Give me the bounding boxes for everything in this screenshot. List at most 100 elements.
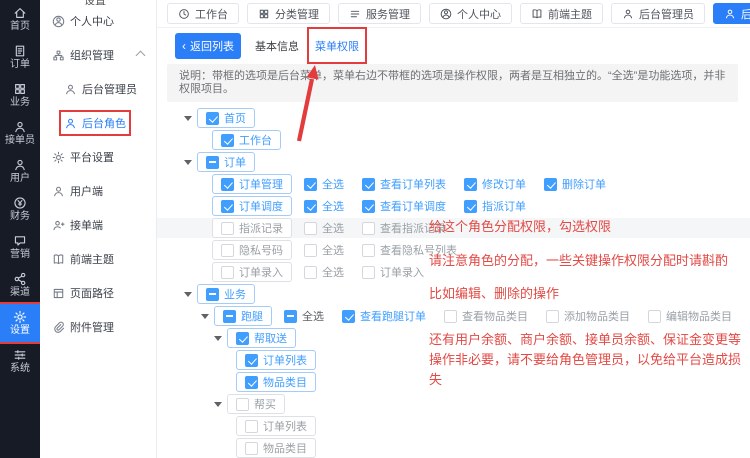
- sidebar-item-user-client[interactable]: 用户端: [40, 174, 156, 208]
- tree-node[interactable]: 隐私号码: [212, 240, 292, 260]
- checkbox[interactable]: [304, 178, 317, 191]
- tab-profile[interactable]: 个人中心: [429, 3, 512, 24]
- caret-down-icon[interactable]: [214, 336, 222, 341]
- checkbox[interactable]: [221, 222, 234, 235]
- sidebar-item-courier-client[interactable]: 接单端: [40, 208, 156, 242]
- checkbox[interactable]: [245, 442, 258, 455]
- checkbox[interactable]: [221, 178, 234, 191]
- op-item[interactable]: 添加物品类目: [546, 308, 630, 324]
- caret-down-icon[interactable]: [214, 402, 222, 407]
- checkbox[interactable]: [221, 244, 234, 257]
- tab-service-management[interactable]: 服务管理: [338, 3, 421, 24]
- tab-admin-accounts[interactable]: 后台管理员: [611, 3, 705, 24]
- op-item[interactable]: 查看跑腿订单: [342, 308, 426, 324]
- checkbox[interactable]: [245, 354, 258, 367]
- sidebar-item-page-paths[interactable]: 页面路径: [40, 276, 156, 310]
- caret-down-icon[interactable]: [184, 160, 192, 165]
- op-item[interactable]: 全选: [304, 264, 344, 280]
- checkbox[interactable]: [362, 244, 375, 257]
- checkbox[interactable]: [236, 398, 249, 411]
- op-item[interactable]: 全选: [304, 242, 344, 258]
- op-item[interactable]: 编辑物品类目: [648, 308, 732, 324]
- checkbox[interactable]: [544, 178, 557, 191]
- sidebar-item-admin-roles[interactable]: 后台角色: [40, 106, 156, 140]
- rail-item-orders[interactable]: 订单: [0, 38, 40, 76]
- checkbox[interactable]: [221, 266, 234, 279]
- chevron-up-icon[interactable]: [136, 50, 146, 60]
- rail-item-system[interactable]: 系统: [0, 342, 40, 380]
- tree-node[interactable]: 帮取送: [227, 328, 296, 348]
- checkbox[interactable]: [648, 310, 661, 323]
- tree-node[interactable]: 订单调度: [212, 196, 292, 216]
- rail-item-business[interactable]: 业务: [0, 76, 40, 114]
- checkbox[interactable]: [284, 310, 297, 323]
- op-item[interactable]: 全选: [304, 220, 344, 236]
- tab-admin-roles[interactable]: 后台角色×: [713, 3, 750, 24]
- tab-menu-permission[interactable]: 菜单权限: [315, 38, 359, 54]
- rail-item-channels[interactable]: 渠道: [0, 266, 40, 304]
- tree-node[interactable]: 订单录入: [212, 262, 292, 282]
- op-item[interactable]: 订单录入: [362, 264, 424, 280]
- checkbox[interactable]: [304, 222, 317, 235]
- sidebar-item-frontend-theme[interactable]: 前端主题: [40, 242, 156, 276]
- op-item[interactable]: 全选: [304, 176, 344, 192]
- tree-node[interactable]: 指派记录: [212, 218, 292, 238]
- checkbox[interactable]: [342, 310, 355, 323]
- sidebar-item-admin-accounts[interactable]: 后台管理员: [40, 72, 156, 106]
- tab-category-management[interactable]: 分类管理: [247, 3, 330, 24]
- checkbox[interactable]: [245, 376, 258, 389]
- tree-node[interactable]: 跑腿: [214, 306, 272, 326]
- rail-item-users[interactable]: 用户: [0, 152, 40, 190]
- rail-item-finance[interactable]: 财务: [0, 190, 40, 228]
- checkbox[interactable]: [245, 420, 258, 433]
- caret-down-icon[interactable]: [201, 314, 209, 319]
- tab-frontend-theme[interactable]: 前端主题: [520, 3, 603, 24]
- sidebar-item-org-management[interactable]: 组织管理: [40, 38, 156, 72]
- checkbox[interactable]: [546, 310, 559, 323]
- tree-node[interactable]: 帮买: [227, 394, 285, 414]
- caret-down-icon[interactable]: [184, 292, 192, 297]
- checkbox[interactable]: [362, 178, 375, 191]
- checkbox[interactable]: [464, 200, 477, 213]
- checkbox[interactable]: [304, 244, 317, 257]
- checkbox[interactable]: [223, 310, 236, 323]
- checkbox[interactable]: [362, 200, 375, 213]
- tree-node[interactable]: 物品类目: [236, 438, 316, 458]
- caret-down-icon[interactable]: [184, 116, 192, 121]
- tree-node[interactable]: 订单: [197, 152, 255, 172]
- sidebar-item-platform-settings[interactable]: 平台设置: [40, 140, 156, 174]
- tree-node[interactable]: 订单管理: [212, 174, 292, 194]
- checkbox[interactable]: [206, 288, 219, 301]
- op-item[interactable]: 指派订单: [464, 198, 526, 214]
- rail-item-marketing[interactable]: 营销: [0, 228, 40, 266]
- checkbox[interactable]: [206, 112, 219, 125]
- checkbox[interactable]: [304, 200, 317, 213]
- checkbox[interactable]: [362, 222, 375, 235]
- op-item[interactable]: 全选: [304, 198, 344, 214]
- tree-node[interactable]: 订单列表: [236, 350, 316, 370]
- op-item[interactable]: 查看订单调度: [362, 198, 446, 214]
- op-item[interactable]: 修改订单: [464, 176, 526, 192]
- tree-node[interactable]: 首页: [197, 108, 255, 128]
- back-to-list-button[interactable]: ‹ 返回列表: [175, 33, 241, 59]
- tree-node[interactable]: 工作台: [212, 130, 281, 150]
- tree-node[interactable]: 业务: [197, 284, 255, 304]
- checkbox[interactable]: [444, 310, 457, 323]
- tab-workbench[interactable]: 工作台: [167, 3, 239, 24]
- checkbox[interactable]: [221, 134, 234, 147]
- rail-item-home[interactable]: 首页: [0, 0, 40, 38]
- op-item[interactable]: 删除订单: [544, 176, 606, 192]
- checkbox[interactable]: [236, 332, 249, 345]
- tab-basic-info[interactable]: 基本信息: [255, 38, 299, 54]
- checkbox[interactable]: [362, 266, 375, 279]
- checkbox[interactable]: [304, 266, 317, 279]
- rail-item-settings[interactable]: 设置: [0, 304, 40, 342]
- tree-node[interactable]: 物品类目: [236, 372, 316, 392]
- op-item[interactable]: 全选: [284, 308, 324, 324]
- sidebar-item-attachment-management[interactable]: 附件管理: [40, 310, 156, 344]
- rail-item-couriers[interactable]: 接单员: [0, 114, 40, 152]
- checkbox[interactable]: [221, 200, 234, 213]
- checkbox[interactable]: [464, 178, 477, 191]
- checkbox[interactable]: [206, 156, 219, 169]
- sidebar-item-profile[interactable]: 个人中心: [40, 4, 156, 38]
